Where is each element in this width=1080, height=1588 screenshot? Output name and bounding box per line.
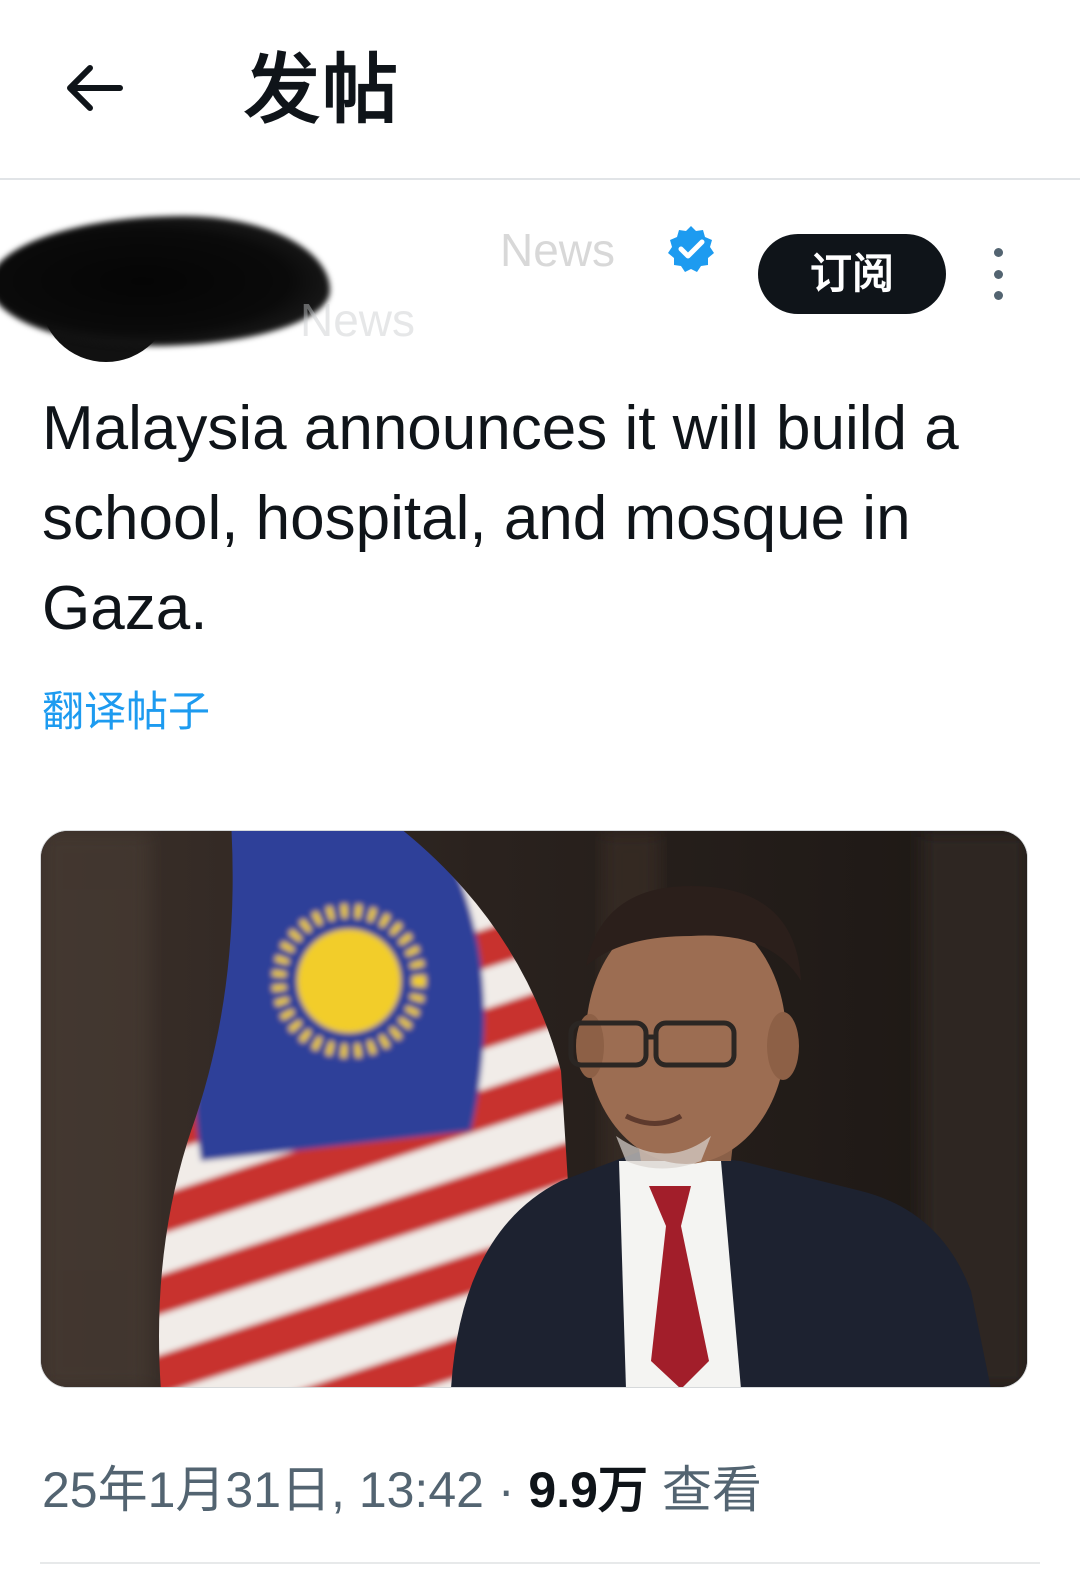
top-bar: 发帖 xyxy=(0,0,1080,180)
photo-icon xyxy=(41,831,1027,1387)
views-label: 查看 xyxy=(661,1462,762,1518)
page-title: 发帖 xyxy=(244,45,400,134)
author-handle: News xyxy=(300,294,416,346)
subscribe-button[interactable]: 订阅 xyxy=(758,234,946,314)
post-author-row: News News 订阅 xyxy=(0,200,1080,362)
post-media-image[interactable] xyxy=(40,830,1028,1388)
back-button[interactable] xyxy=(58,52,130,124)
divider xyxy=(40,1562,1040,1564)
more-options-button[interactable] xyxy=(980,248,1016,300)
verified-badge-icon xyxy=(668,226,714,272)
translate-post-link[interactable]: 翻译帖子 xyxy=(42,682,210,742)
meta-separator: · xyxy=(497,1462,515,1518)
views-count[interactable]: 9.9万 xyxy=(528,1462,648,1518)
post-timestamp: 25年1月31日, 13:42 xyxy=(42,1462,484,1518)
post-text: Malaysia announces it will build a schoo… xyxy=(42,394,959,643)
redaction-scribble xyxy=(0,216,330,346)
author-display-name[interactable]: News xyxy=(500,220,615,280)
post-meta: 25年1月31日, 13:42 · 9.9万 查看 xyxy=(42,1450,762,1530)
more-vertical-icon xyxy=(993,248,1003,257)
arrow-left-icon xyxy=(67,65,123,111)
